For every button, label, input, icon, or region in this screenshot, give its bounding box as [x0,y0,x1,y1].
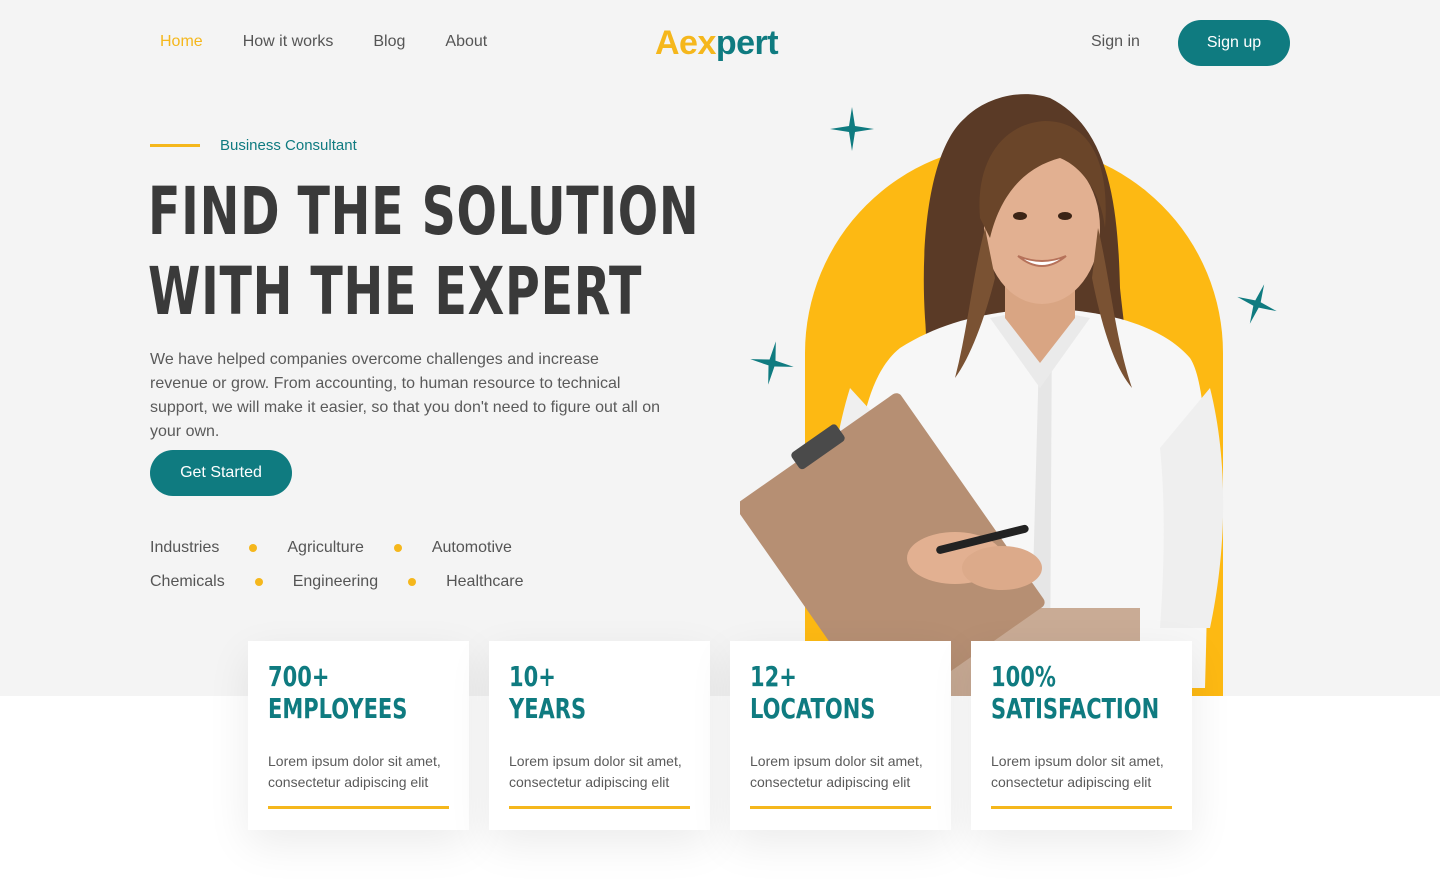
stat-card-locations: 12+ LOCATONS Lorem ipsum dolor sit amet,… [730,641,951,830]
stat-card-employees: 700+ EMPLOYEES Lorem ipsum dolor sit ame… [248,641,469,830]
sign-in-link[interactable]: Sign in [1091,33,1140,51]
consultant-photo [740,94,1224,696]
industry-tag: Chemicals [150,573,225,590]
stat-value: 100% [991,660,1056,693]
stat-value: 10+ [509,660,556,693]
logo-part-2: pert [715,24,779,62]
stat-label: SATISFACTION [991,692,1160,725]
industries-row-2: Chemicals Engineering Healthcare [150,571,523,593]
industry-tag: Automotive [431,539,512,556]
stat-description: Lorem ipsum dolor sit amet, consectetur … [268,753,441,790]
get-started-button[interactable]: Get Started [150,450,292,496]
eyebrow-line [150,144,200,147]
stat-description: Lorem ipsum dolor sit amet, consectetur … [750,753,923,790]
bullet-dot [393,544,402,552]
stat-underline [991,806,1172,809]
headline-line-2: WITH THE EXPERT [148,253,643,330]
stat-description: Lorem ipsum dolor sit amet, consectetur … [991,753,1164,790]
eyebrow-text: Business Consultant [220,137,357,154]
nav-home[interactable]: Home [160,33,203,51]
stat-underline [509,806,690,809]
headline-line-1: FIND THE SOLUTION [148,173,700,250]
stat-card-satisfaction: 100% SATISFACTION Lorem ipsum dolor sit … [971,641,1192,830]
nav-links: Home How it works Blog About [160,33,487,51]
industries-row-1: Industries Agriculture Automotive [150,537,523,559]
stat-label: LOCATONS [750,692,876,725]
industry-tag: Engineering [292,573,379,590]
industries-list: Industries Agriculture Automotive Chemic… [150,537,523,605]
stat-card-years: 10+ YEARS Lorem ipsum dolor sit amet, co… [489,641,710,830]
logo-part-1: Aex [655,24,716,62]
stat-underline [750,806,931,809]
sign-up-button[interactable]: Sign up [1178,20,1290,66]
bullet-dot [254,578,263,586]
industry-tag: Agriculture [287,539,364,556]
bullet-dot [408,578,417,586]
hero-lead: We have helped companies overcome challe… [150,351,661,440]
top-nav: Home How it works Blog About Aexpert Sig… [0,0,1440,88]
stats-row: 700+ EMPLOYEES Lorem ipsum dolor sit ame… [248,641,1192,830]
nav-about[interactable]: About [445,33,487,51]
stat-value: 700+ [268,660,330,693]
nav-blog[interactable]: Blog [373,33,405,51]
industry-tag: Industries [150,539,220,556]
bullet-dot [249,544,258,552]
stat-label: EMPLOYEES [268,692,408,725]
logo[interactable]: Aexpert [655,24,779,63]
stat-value: 12+ [750,660,797,693]
hero-headline: FIND THE SOLUTION WITH THE EXPERT [148,172,699,332]
stat-label: YEARS [509,692,587,725]
industry-tag: Healthcare [446,573,524,590]
stat-underline [268,806,449,809]
stat-description: Lorem ipsum dolor sit amet, consectetur … [509,753,682,790]
nav-how-it-works[interactable]: How it works [243,33,334,51]
sparkle-icon [1237,284,1277,324]
